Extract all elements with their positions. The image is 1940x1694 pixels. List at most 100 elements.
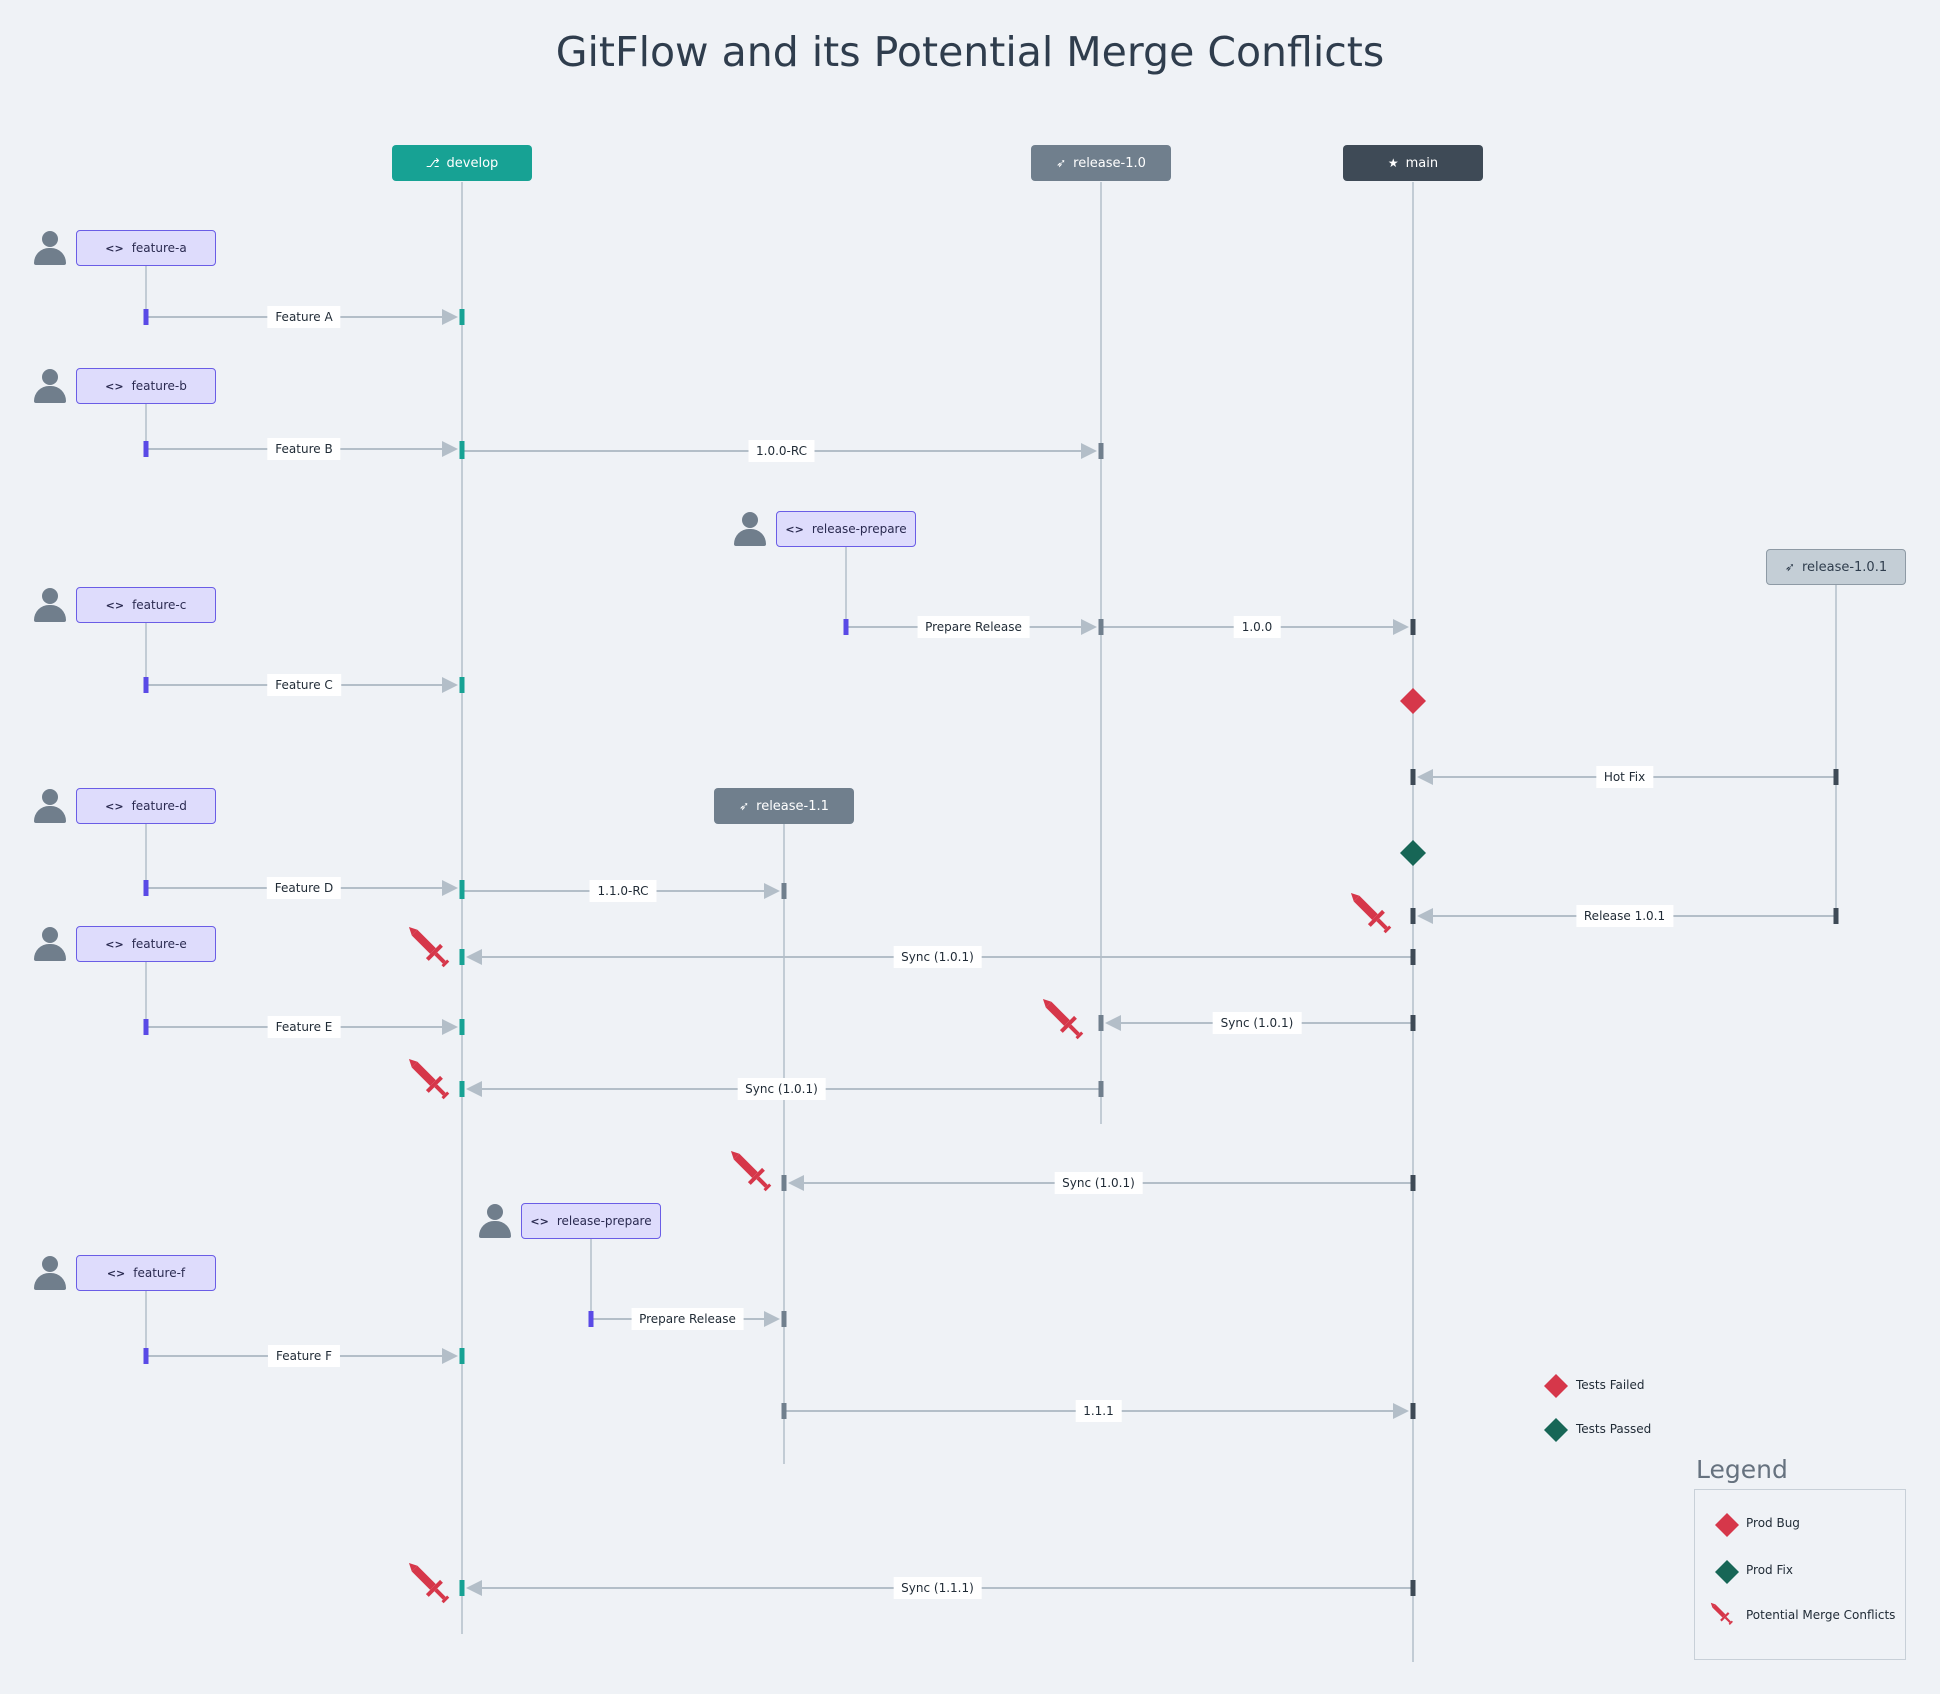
person-icon — [734, 512, 766, 548]
feature-branch-feature-b[interactable]: <> feature-b — [76, 368, 216, 404]
commit-tick — [143, 441, 149, 457]
branch-main[interactable]: ★ main — [1343, 145, 1483, 181]
person-icon — [34, 231, 66, 267]
merge-label: 1.0.0-RC — [748, 440, 815, 462]
code-icon: <> — [105, 799, 124, 813]
sword-part — [756, 1176, 768, 1188]
commit-tick — [459, 949, 465, 965]
branch-release-1-0[interactable]: ➶ release-1.0 — [1031, 145, 1171, 181]
person-icon — [34, 588, 66, 624]
sword-part — [1376, 918, 1388, 930]
sword-part — [411, 929, 436, 954]
merge-label: 1.0.0 — [1233, 616, 1281, 638]
feature-branch-feature-a[interactable]: <> feature-a — [76, 230, 216, 266]
merge-label: Feature E — [267, 1016, 341, 1038]
merge-label: Prepare Release — [631, 1308, 744, 1330]
commit-tick — [459, 1081, 465, 1097]
code-icon: <> — [105, 241, 124, 255]
feature-branch-release-prepare[interactable]: <> release-prepare — [521, 1203, 661, 1239]
feature-label: release-prepare — [556, 1214, 652, 1228]
feature-branch-feature-c[interactable]: <> feature-c — [76, 587, 216, 623]
merge-label: Sync (1.0.1) — [737, 1078, 826, 1100]
gitflow-diagram: GitFlow and its Potential Merge Conflict… — [0, 0, 1940, 1694]
merge-label: Prepare Release — [917, 616, 1030, 638]
commit-tick — [143, 309, 149, 325]
feature-label: feature-e — [131, 937, 187, 951]
merge-label: Sync (1.0.1) — [1212, 1012, 1302, 1034]
sword-part — [434, 1084, 446, 1096]
sword-part — [434, 1588, 446, 1600]
feature-label: feature-f — [133, 1266, 186, 1280]
branch-release-1-0-1[interactable]: ➶ release-1.0.1 — [1766, 549, 1906, 585]
sword-part — [1068, 1024, 1080, 1036]
commit-tick — [459, 883, 465, 899]
commit-tick — [1833, 769, 1839, 785]
merge-label: Feature A — [267, 306, 341, 328]
person-icon — [479, 1204, 511, 1240]
sword-icon — [408, 926, 450, 968]
code-icon: <> — [106, 1266, 126, 1280]
sword-part — [733, 1153, 758, 1178]
commit-tick — [459, 1580, 465, 1596]
commit-tick — [781, 883, 787, 899]
feature-label: feature-b — [131, 379, 187, 393]
commit-tick — [1098, 443, 1104, 459]
branch-label: release-1.0 — [1073, 155, 1146, 171]
prod-bug-marker — [1400, 688, 1426, 714]
code-icon: <> — [785, 522, 804, 536]
commit-tick — [459, 309, 465, 325]
tests-failed-label: Tests Failed — [1576, 1378, 1645, 1392]
tests-failed-icon — [1544, 1374, 1568, 1398]
commit-tick — [1410, 1580, 1416, 1596]
feature-branch-release-prepare[interactable]: <> release-prepare — [776, 511, 916, 547]
code-icon: <> — [105, 598, 125, 612]
feature-label: feature-d — [131, 799, 187, 813]
sword-icon — [408, 1562, 450, 1604]
branch-label: release-1.0.1 — [1801, 559, 1888, 575]
branch-develop[interactable]: ⎇ develop — [392, 145, 532, 181]
commit-tick — [143, 1348, 149, 1364]
commit-tick — [781, 1311, 787, 1327]
tests-passed-icon — [1544, 1418, 1568, 1442]
feature-label: feature-a — [131, 241, 187, 255]
sword-part — [1353, 895, 1378, 920]
sword-part — [411, 1565, 436, 1590]
merge-label: Release 1.0.1 — [1575, 905, 1674, 927]
legend-box — [1694, 1489, 1906, 1660]
commit-tick — [1410, 949, 1416, 965]
sword-icon — [1350, 892, 1392, 934]
feature-label: feature-c — [132, 598, 187, 612]
star-icon: ★ — [1387, 156, 1399, 170]
commit-tick — [1410, 1015, 1416, 1031]
merge-label: Feature B — [267, 438, 341, 460]
commit-tick — [781, 1403, 787, 1419]
commit-tick — [1098, 1015, 1104, 1031]
sword-part — [411, 1061, 436, 1086]
merge-label: Hot Fix — [1595, 766, 1654, 788]
branch-label: develop — [446, 155, 499, 171]
feature-branch-feature-e[interactable]: <> feature-e — [76, 926, 216, 962]
code-icon: <> — [105, 937, 124, 951]
feature-branch-feature-d[interactable]: <> feature-d — [76, 788, 216, 824]
commit-tick — [459, 677, 465, 693]
feature-label: release-prepare — [811, 522, 907, 536]
merge-label: Feature F — [267, 1345, 341, 1367]
commit-tick — [143, 677, 149, 693]
sword-icon — [730, 1150, 772, 1192]
diagram-canvas — [143, 182, 1839, 1662]
person-icon — [34, 369, 66, 405]
merge-label: 1.1.0-RC — [589, 880, 657, 902]
commit-tick — [1410, 1403, 1416, 1419]
person-icon — [34, 927, 66, 963]
feature-branch-feature-f[interactable]: <> feature-f — [76, 1255, 216, 1291]
commit-tick — [1410, 1175, 1416, 1191]
branch-release-1-1[interactable]: ➶ release-1.1 — [714, 788, 854, 824]
commit-tick — [781, 1175, 787, 1191]
sword-icon — [1042, 998, 1084, 1040]
rocket-icon: ➶ — [1784, 560, 1795, 574]
commit-tick — [1833, 908, 1839, 924]
merge-label: Feature D — [266, 877, 342, 899]
merge-label: 1.1.1 — [1075, 1400, 1122, 1422]
sword-part — [434, 952, 446, 964]
branch-label: main — [1405, 155, 1439, 171]
